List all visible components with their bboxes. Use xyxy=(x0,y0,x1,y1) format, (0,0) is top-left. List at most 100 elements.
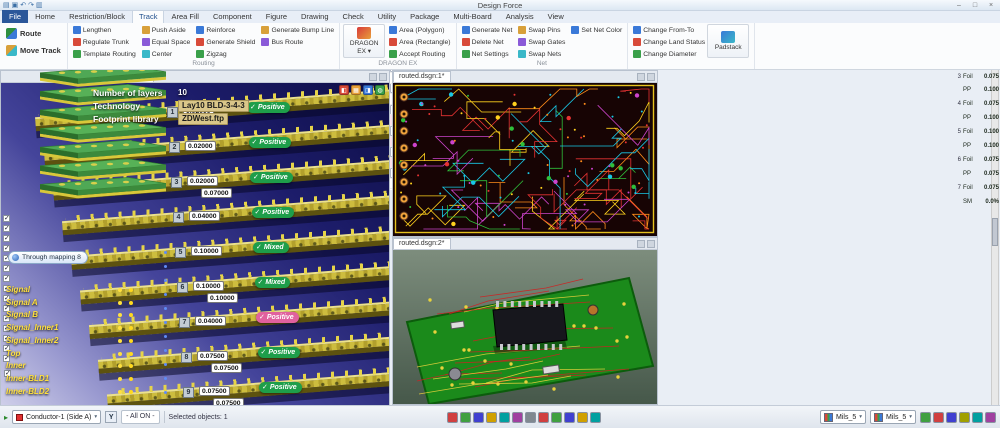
dragon-ex-button[interactable]: DRAGON EX ▾ xyxy=(343,24,385,58)
status-icon[interactable] xyxy=(499,412,510,423)
panel-tool-icon[interactable]: ◍ xyxy=(375,85,385,95)
status-icon[interactable] xyxy=(564,412,575,423)
ribbon-button[interactable]: Change From-To xyxy=(631,24,707,36)
ribbon-tab[interactable]: Package xyxy=(403,10,446,23)
ribbon-button[interactable]: Delete Net xyxy=(460,36,515,48)
through-mapping-button[interactable]: Through mapping 8 xyxy=(8,251,88,264)
status-icon[interactable] xyxy=(512,412,523,423)
ribbon-button[interactable]: Center xyxy=(140,48,193,60)
doc-close-icon[interactable] xyxy=(647,73,655,81)
ribbon-button[interactable]: Change Land Status xyxy=(631,36,707,48)
ribbon-tab[interactable]: Home xyxy=(28,10,62,23)
ribbon-button[interactable]: Set Net Color xyxy=(569,24,624,36)
ribbon-tab[interactable]: Drawing xyxy=(294,10,336,23)
document-tab-routed2[interactable]: routed.dsgn:2* xyxy=(393,238,451,249)
signal-layer-label[interactable]: Top xyxy=(6,349,138,358)
signal-layer-label[interactable]: Signal_Inner2 xyxy=(6,336,138,345)
ribbon-tab[interactable]: Component xyxy=(206,10,259,23)
status-icon[interactable] xyxy=(538,412,549,423)
ribbon-button[interactable]: Reinforce xyxy=(194,24,257,36)
ribbon-tab[interactable]: Figure xyxy=(259,10,294,23)
ribbon-button[interactable]: Template Routing xyxy=(71,48,138,60)
ribbon-button[interactable]: Net Settings xyxy=(460,48,515,60)
ribbon-button[interactable]: Zigzag xyxy=(194,48,257,60)
ribbon-tab[interactable]: Track xyxy=(132,10,164,23)
doc-close-icon[interactable] xyxy=(379,73,387,81)
status-icon[interactable] xyxy=(920,412,931,423)
status-icon[interactable] xyxy=(985,412,996,423)
ribbon-button[interactable]: Area (Rectangle) xyxy=(387,36,452,48)
ribbon-button[interactable]: Swap Pins xyxy=(516,24,567,36)
run-icon[interactable]: ▸ xyxy=(4,413,8,422)
signal-layer-label[interactable]: Inner-BLD2 xyxy=(6,387,138,396)
doc-restore-icon[interactable] xyxy=(637,240,645,248)
signal-layer-label[interactable]: Inner xyxy=(6,361,138,370)
ribbon-tab[interactable]: Analysis xyxy=(499,10,541,23)
ribbon-big-button[interactable]: Route xyxy=(3,26,64,41)
ribbon-tab[interactable]: Restriction/Block xyxy=(62,10,132,23)
status-icon[interactable] xyxy=(460,412,471,423)
status-icon[interactable] xyxy=(473,412,484,423)
ribbon-tab[interactable]: Utility xyxy=(371,10,403,23)
layer-visibility-checkbox[interactable] xyxy=(3,225,10,232)
layer-visibility-checkbox[interactable] xyxy=(3,235,10,242)
ribbon-button[interactable]: Regulate Trunk xyxy=(71,36,138,48)
ribbon-button[interactable]: Area (Polygon) xyxy=(387,24,452,36)
doc-close-icon[interactable] xyxy=(647,240,655,248)
layer-visibility-checkbox[interactable] xyxy=(3,275,10,282)
padstack-button[interactable]: Padstack xyxy=(707,24,749,58)
board-3d-canvas[interactable] xyxy=(393,250,657,404)
ribbon-button[interactable]: Equal Space xyxy=(140,36,193,48)
ribbon-tab[interactable]: Check xyxy=(336,10,371,23)
ribbon-big-button[interactable]: Move Track xyxy=(3,43,64,58)
y-mode-badge[interactable]: Y xyxy=(105,411,117,423)
ribbon-button[interactable]: Bus Route xyxy=(259,36,336,48)
doc-restore-icon[interactable] xyxy=(637,73,645,81)
active-layer-selector[interactable]: Conductor-1 (Side A) xyxy=(12,410,101,424)
ribbon-button[interactable]: Swap Nets xyxy=(516,48,567,60)
status-icon[interactable] xyxy=(972,412,983,423)
window-control-icon[interactable]: □ xyxy=(969,2,981,9)
panel-tool-icon[interactable]: ▦ xyxy=(351,85,361,95)
signal-layer-label[interactable]: Signal xyxy=(6,285,138,294)
panel-tool-icon[interactable]: ◧ xyxy=(339,85,349,95)
ribbon-button[interactable]: Generate Shield xyxy=(194,36,257,48)
routing-2d-canvas[interactable] xyxy=(393,83,657,236)
signal-layer-label[interactable]: Signal A xyxy=(6,298,138,307)
status-icon[interactable] xyxy=(933,412,944,423)
ribbon-button[interactable]: Generate Bump Line xyxy=(259,24,336,36)
grid-units-selector-2[interactable]: Mils_5 xyxy=(870,410,916,424)
status-icon[interactable] xyxy=(551,412,562,423)
all-on-selector[interactable]: - All ON - xyxy=(121,410,159,424)
document-tab-routed1[interactable]: routed.dsgn:1* xyxy=(393,71,451,82)
status-icon[interactable] xyxy=(959,412,970,423)
grid-units-selector-1[interactable]: Mils_5 xyxy=(820,410,866,424)
window-control-icon[interactable]: – xyxy=(953,2,965,9)
ribbon-tab[interactable]: File xyxy=(2,10,28,23)
ribbon-button[interactable]: Swap Gates xyxy=(516,36,567,48)
doc-restore-icon[interactable] xyxy=(369,73,377,81)
layer-visibility-checkbox[interactable] xyxy=(3,245,10,252)
ribbon-tab[interactable]: View xyxy=(541,10,571,23)
ribbon-button[interactable]: Push Aside xyxy=(140,24,193,36)
status-icon[interactable] xyxy=(590,412,601,423)
ribbon-button[interactable]: Generate Net xyxy=(460,24,515,36)
layer-visibility-checkbox[interactable] xyxy=(3,215,10,222)
layer-visibility-checkbox[interactable] xyxy=(3,265,10,272)
status-icon[interactable] xyxy=(525,412,536,423)
status-icon[interactable] xyxy=(946,412,957,423)
status-icon[interactable] xyxy=(486,412,497,423)
status-icon[interactable] xyxy=(577,412,588,423)
signal-layer-label[interactable]: Inner-BLD1 xyxy=(6,374,138,383)
ribbon-button[interactable]: Change Diameter xyxy=(631,48,707,60)
ribbon-tab[interactable]: Multi-Board xyxy=(446,10,498,23)
status-icon[interactable] xyxy=(447,412,458,423)
table-scrollbar[interactable]: ▲▼ xyxy=(991,38,999,426)
ribbon-button[interactable]: Lengthen xyxy=(71,24,138,36)
window-control-icon[interactable]: × xyxy=(985,2,997,9)
ribbon-tab[interactable]: Area Fill xyxy=(164,10,206,23)
signal-layer-label[interactable]: Signal B xyxy=(6,310,138,319)
signal-layer-label[interactable]: Signal_Inner1 xyxy=(6,323,138,332)
ribbon-button[interactable]: Accept Routing xyxy=(387,48,452,60)
panel-tool-icon[interactable]: ◨ xyxy=(363,85,373,95)
